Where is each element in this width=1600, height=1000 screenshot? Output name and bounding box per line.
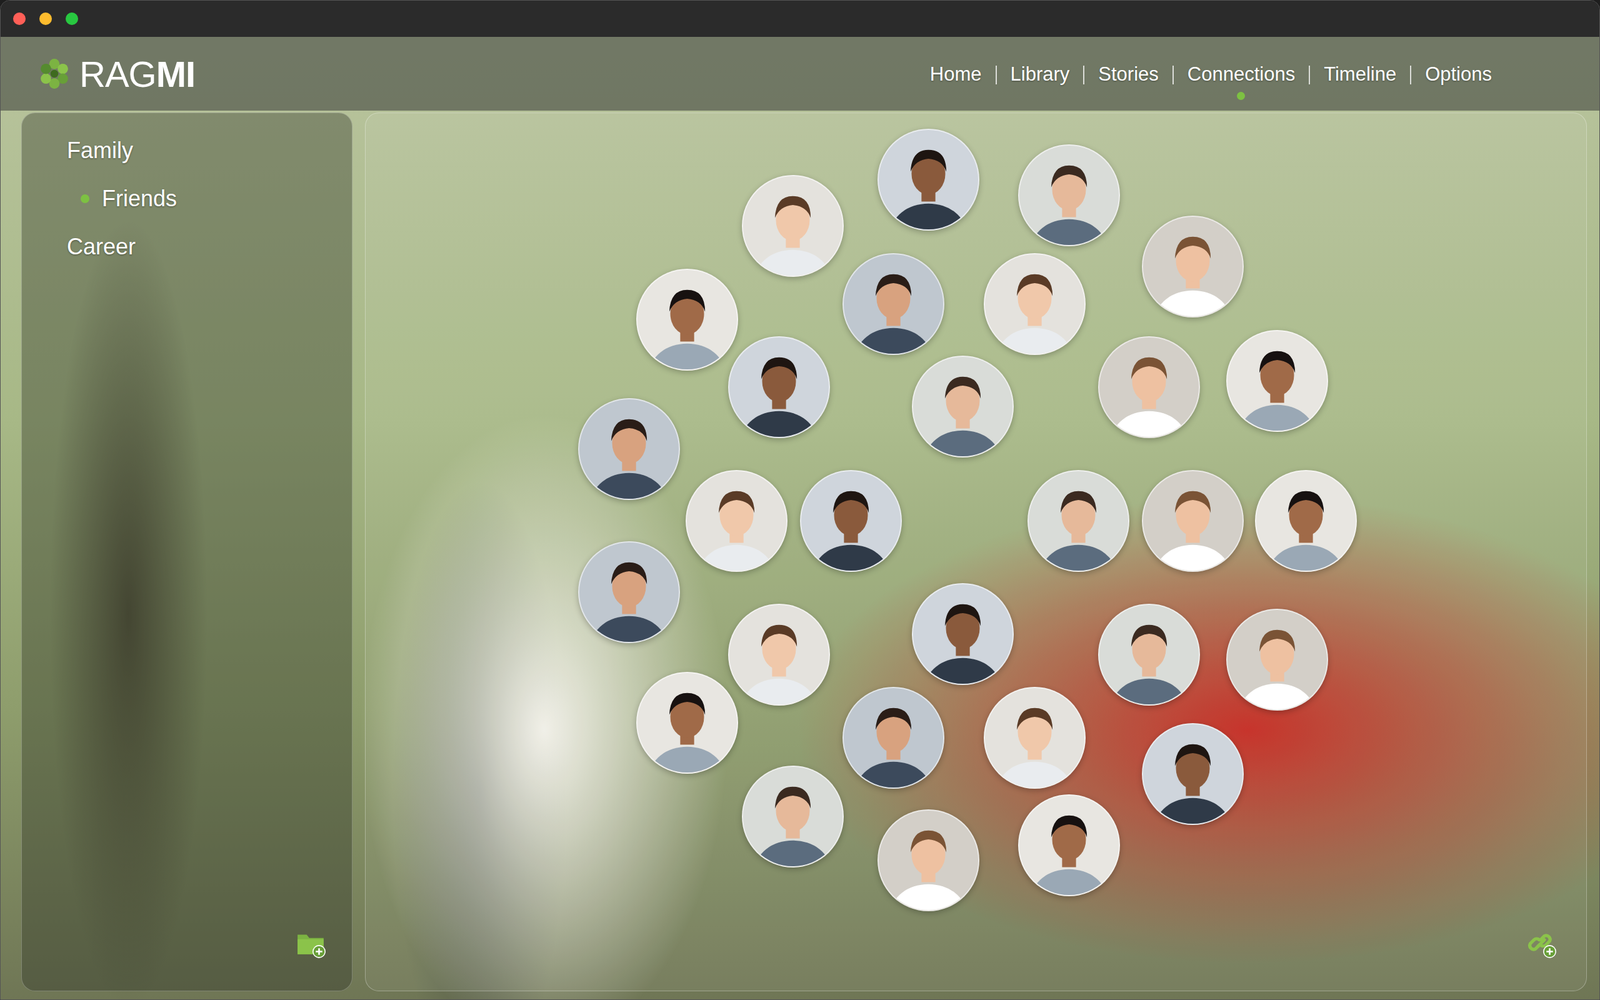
person-icon — [729, 605, 829, 705]
connection-avatar[interactable] — [578, 541, 680, 644]
active-dot — [1236, 91, 1245, 100]
nav-item[interactable]: Options — [1411, 61, 1506, 100]
main-nav: Home Library Stories Connections Timelin… — [916, 48, 1506, 100]
sidebar-item[interactable]: Family — [21, 136, 352, 164]
sidebar-item[interactable]: Career — [21, 233, 352, 260]
connection-avatar[interactable] — [877, 128, 980, 231]
person-icon — [1256, 471, 1356, 571]
person-icon — [878, 130, 979, 230]
connection-avatar[interactable] — [983, 686, 1086, 789]
person-icon — [1099, 605, 1199, 705]
person-icon — [913, 584, 1013, 684]
connection-avatar[interactable] — [1226, 330, 1329, 432]
active-dot — [951, 91, 960, 100]
connection-avatar[interactable] — [728, 603, 830, 706]
connection-avatar[interactable] — [636, 671, 739, 774]
connection-avatar[interactable] — [1018, 144, 1120, 247]
person-icon — [1143, 471, 1243, 571]
person-icon — [1227, 331, 1327, 431]
nav-separator — [1083, 65, 1085, 85]
active-dot — [1035, 91, 1044, 100]
person-icon — [637, 673, 737, 773]
background-photo: RAGMI Home Library Stories Connections T… — [0, 36, 1600, 1000]
connection-avatar[interactable] — [741, 175, 844, 277]
connection-avatar[interactable] — [842, 253, 945, 355]
connection-avatar[interactable] — [1226, 608, 1329, 711]
nav-item[interactable]: Timeline — [1310, 61, 1410, 100]
sidebar-item[interactable]: Friends — [21, 185, 352, 212]
app-window: RAGMI Home Library Stories Connections T… — [0, 0, 1600, 1000]
person-icon — [579, 399, 679, 499]
person-icon — [637, 270, 737, 370]
person-icon — [729, 337, 829, 437]
flower-logo-icon — [38, 57, 71, 90]
connection-avatar[interactable] — [1141, 723, 1244, 825]
person-icon — [913, 356, 1013, 457]
connection-avatar[interactable] — [1141, 470, 1244, 572]
sidebar-list: Family Friends Career — [21, 113, 352, 929]
logo[interactable]: RAGMI — [38, 53, 195, 95]
nav-separator — [1308, 65, 1310, 85]
connection-avatar[interactable] — [685, 470, 788, 572]
nav-separator — [1172, 65, 1174, 85]
add-folder-icon[interactable] — [295, 928, 327, 960]
connection-avatar[interactable] — [983, 253, 1086, 355]
connection-avatar[interactable] — [1098, 603, 1200, 706]
connection-avatar[interactable] — [1098, 336, 1200, 439]
header: RAGMI Home Library Stories Connections T… — [0, 36, 1600, 111]
person-icon — [1019, 145, 1119, 245]
person-icon — [743, 766, 843, 867]
nav-item[interactable]: Library — [996, 61, 1084, 100]
connection-avatar[interactable] — [877, 809, 980, 912]
nav-separator — [1410, 65, 1412, 85]
nav-item[interactable]: Connections — [1173, 61, 1309, 100]
connection-avatar[interactable] — [842, 686, 945, 789]
active-dot — [1454, 91, 1463, 100]
connection-avatar[interactable] — [911, 583, 1014, 685]
connection-avatar[interactable] — [728, 336, 830, 439]
connection-avatar[interactable] — [741, 765, 844, 868]
add-link-icon[interactable] — [1526, 928, 1558, 960]
sidebar: Family Friends Career — [21, 112, 353, 992]
connection-avatar[interactable] — [1255, 470, 1357, 572]
connection-avatar[interactable] — [1027, 470, 1130, 572]
title-bar — [0, 0, 1600, 37]
person-icon — [1019, 795, 1119, 895]
connections-canvas — [365, 112, 1587, 992]
connection-avatar[interactable] — [1018, 794, 1120, 897]
connection-avatar[interactable] — [578, 398, 680, 500]
person-icon — [1028, 471, 1129, 571]
person-icon — [1099, 337, 1199, 437]
person-icon — [801, 471, 901, 571]
close-button[interactable] — [13, 12, 26, 25]
nav-item[interactable]: Stories — [1084, 61, 1172, 100]
minimize-button[interactable] — [39, 12, 52, 25]
sidebar-footer — [21, 928, 352, 991]
person-icon — [743, 176, 843, 276]
active-dot — [1124, 91, 1133, 100]
person-icon — [686, 471, 787, 571]
person-icon — [1227, 610, 1327, 710]
connection-avatar[interactable] — [911, 355, 1014, 458]
person-icon — [985, 254, 1085, 354]
person-icon — [1143, 216, 1243, 317]
connection-avatar[interactable] — [1141, 215, 1244, 318]
person-icon — [985, 688, 1085, 788]
person-icon — [1143, 724, 1243, 824]
person-icon — [579, 542, 679, 642]
person-icon — [843, 254, 944, 354]
connection-avatar[interactable] — [636, 268, 739, 371]
zoom-button[interactable] — [65, 12, 79, 25]
active-dot — [1356, 91, 1365, 100]
person-icon — [843, 688, 944, 788]
person-icon — [878, 810, 979, 910]
logo-text: RAGMI — [79, 53, 195, 95]
nav-item[interactable]: Home — [916, 61, 996, 100]
content: Family Friends Career — [0, 110, 1600, 1000]
connection-avatar[interactable] — [800, 470, 902, 572]
nav-separator — [995, 65, 997, 85]
selected-dot — [80, 194, 90, 204]
